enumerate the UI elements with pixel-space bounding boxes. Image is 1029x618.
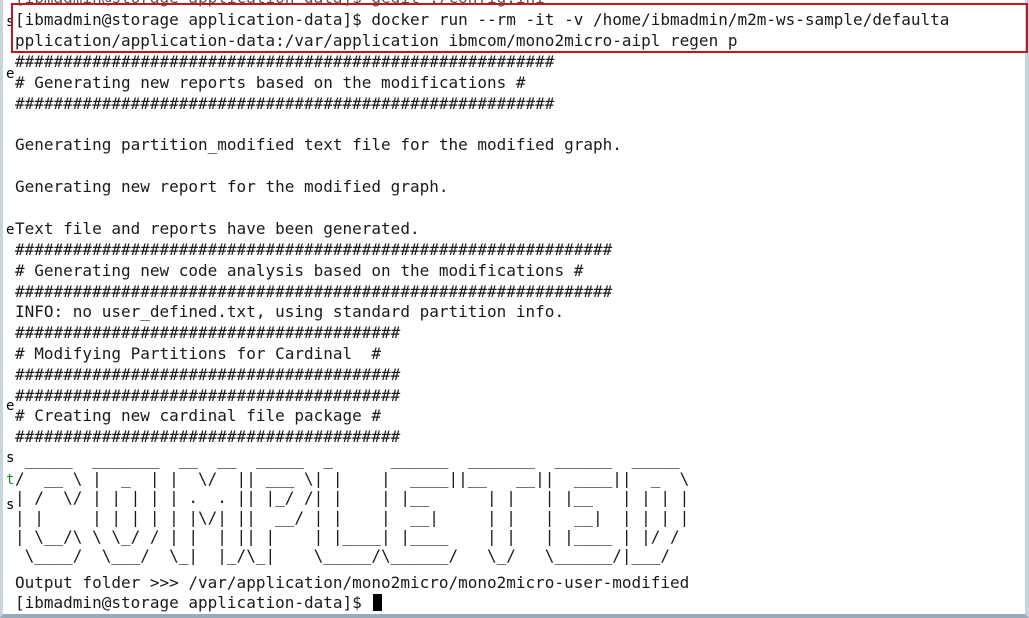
- hash-divider: ########################################: [15, 365, 401, 384]
- output-folder-line: Output folder >>> /var/application/mono2…: [15, 573, 690, 592]
- hash-divider: ########################################: [15, 386, 401, 405]
- reports-header: # Generating new reports based on the mo…: [15, 73, 526, 92]
- cardinal-package-header: # Creating new cardinal file package #: [15, 406, 382, 425]
- gutter-char: e: [6, 398, 15, 414]
- previous-command-line: [ibmadmin@storage application-data]$ ged…: [15, 0, 545, 8]
- text-cursor: [373, 594, 383, 611]
- new-report-message: Generating new report for the modified g…: [15, 177, 449, 196]
- docker-command-line-2: pplication/application-data:/var/applica…: [15, 31, 738, 50]
- hash-divider: ########################################…: [15, 282, 613, 301]
- partition-modified-message: Generating partition_modified text file …: [15, 135, 622, 154]
- terminal-window: s e e e s t s [ibmadmin@storage applicat…: [0, 0, 1029, 618]
- hash-divider: ########################################…: [15, 52, 555, 71]
- gutter-char: e: [6, 222, 15, 238]
- docker-command-line-1: [ibmadmin@storage application-data]$ doc…: [15, 10, 950, 29]
- info-message: INFO: no user_defined.txt, using standar…: [15, 302, 565, 321]
- completed-ascii-art: _____ _______ __ __ _____ _ ______ _____…: [15, 450, 690, 566]
- gutter-char: e: [6, 66, 15, 82]
- gutter-char: s: [6, 14, 15, 30]
- gutter-char: t: [6, 472, 15, 488]
- hash-divider: ########################################…: [15, 94, 555, 113]
- modifying-partitions-header: # Modifying Partitions for Cardinal #: [15, 344, 382, 363]
- gutter-char: s: [6, 497, 15, 513]
- shell-prompt: [ibmadmin@storage application-data]$: [15, 593, 372, 612]
- code-analysis-header: # Generating new code analysis based on …: [15, 261, 584, 280]
- hash-divider: ########################################: [15, 323, 401, 342]
- terminal-output[interactable]: s e e e s t s [ibmadmin@storage applicat…: [6, 0, 1025, 614]
- reports-generated-message: Text file and reports have been generate…: [15, 219, 420, 238]
- hash-divider: ########################################…: [15, 240, 613, 259]
- hash-divider: ########################################: [15, 427, 401, 446]
- gutter-char: s: [6, 450, 15, 466]
- shell-prompt-line[interactable]: [ibmadmin@storage application-data]$: [15, 593, 383, 613]
